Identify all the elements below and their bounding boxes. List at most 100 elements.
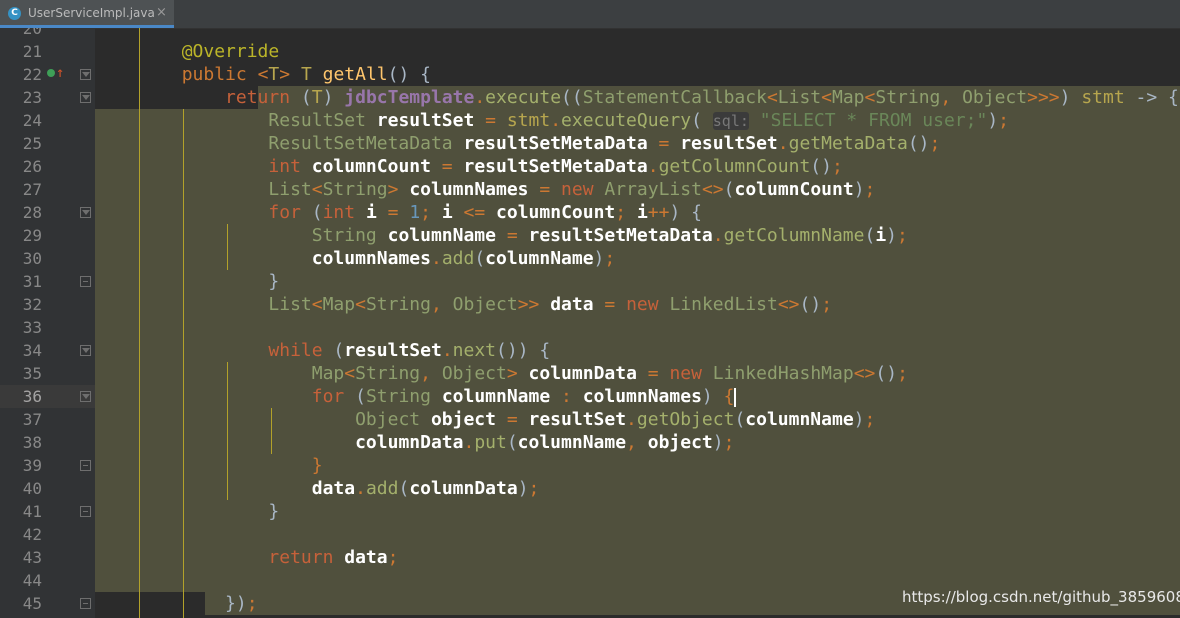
code-token: columnCount	[496, 202, 616, 223]
code-token: ResultSetMetaData	[268, 133, 464, 154]
code-line[interactable]: ResultSet resultSet = stmt.executeQuery(…	[95, 109, 1009, 132]
fold-open-icon[interactable]	[80, 207, 91, 218]
code-line[interactable]: @Override	[95, 40, 280, 63]
code-token: String	[355, 363, 421, 384]
gutter-line[interactable]: 34	[0, 339, 95, 362]
code-line[interactable]: columnNames.add(columnName);	[95, 247, 615, 270]
code-token: getColumnCount	[658, 156, 811, 177]
code-token: public	[181, 64, 258, 85]
code-line[interactable]: Object object = resultSet.getObject(colu…	[95, 408, 875, 431]
line-number: 35	[22, 364, 42, 383]
code-line[interactable]: List<Map<String, Object>> data = new Lin…	[95, 293, 832, 316]
code-line[interactable]: for (int i = 1; i <= columnCount; i++) {	[95, 201, 702, 224]
line-number: 27	[22, 180, 42, 199]
code-token: )	[886, 225, 897, 246]
code-token: ;	[246, 593, 258, 614]
gutter-line[interactable]: 28	[0, 201, 95, 224]
gutter-line[interactable]: 43	[0, 546, 95, 569]
fold-close-icon[interactable]	[80, 276, 91, 287]
code-line[interactable]: Map<String, Object> columnData = new Lin…	[95, 362, 908, 385]
code-token: ,	[420, 363, 442, 384]
gutter-line[interactable]: 23	[0, 86, 95, 109]
gutter-line[interactable]: 24	[0, 109, 95, 132]
code-line[interactable]: int columnCount = resultSetMetaData.getC…	[95, 155, 842, 178]
gutter-line[interactable]: 36	[0, 385, 95, 408]
gutter-line[interactable]: 40	[0, 477, 95, 500]
code-token: "SELECT * FROM user;"	[759, 110, 988, 131]
code-token: (	[734, 409, 746, 430]
code-token: ;	[929, 133, 941, 154]
code-line[interactable]: data.add(columnData);	[95, 477, 540, 500]
implements-arrow-icon[interactable]: ↑	[56, 63, 64, 84]
gutter-line[interactable]: 26	[0, 155, 95, 178]
code-line[interactable]: while (resultSet.next()) {	[95, 339, 550, 362]
code-line[interactable]: for (String columnName : columnNames) {	[95, 385, 737, 408]
code-token: ((	[561, 87, 583, 108]
gutter-line[interactable]: 44	[0, 569, 95, 592]
code-editor[interactable]: 20 21 22 ↑ 23 24 25 26 27 28 29 30 31 32 33 34 35 36 37 38 3…	[0, 28, 1180, 618]
gutter-line[interactable]: 32	[0, 293, 95, 316]
code-token: return	[268, 547, 345, 568]
code-line[interactable]: List<String> columnNames = new ArrayList…	[95, 178, 875, 201]
gutter-line[interactable]: 35	[0, 362, 95, 385]
code-token: executeQuery	[561, 110, 692, 131]
fold-close-icon[interactable]	[80, 506, 91, 517]
code-token: ResultSet	[268, 110, 377, 131]
fold-open-icon[interactable]	[80, 92, 91, 103]
code-line[interactable]: }	[95, 500, 279, 523]
code-token: ;	[821, 294, 833, 315]
code-token: (	[355, 386, 366, 407]
code-line[interactable]: String columnName = resultSetMetaData.ge…	[95, 224, 908, 247]
code-token: ++	[647, 202, 670, 223]
gutter-line[interactable]: 41	[0, 500, 95, 523]
code-token: ;	[528, 478, 540, 499]
line-number-gutter[interactable]: 20 21 22 ↑ 23 24 25 26 27 28 29 30 31 32 33 34 35 36 37 38 3…	[0, 28, 95, 618]
gutter-line[interactable]: 30	[0, 247, 95, 270]
code-line[interactable]: }	[95, 270, 279, 293]
close-icon[interactable]: ×	[156, 5, 167, 20]
code-token: ()	[810, 156, 832, 177]
gutter-line[interactable]: 20	[0, 28, 95, 40]
fold-open-icon[interactable]	[80, 391, 91, 402]
code-line[interactable]: ResultSetMetaData resultSetMetaData = re…	[95, 132, 940, 155]
gutter-line[interactable]: 27	[0, 178, 95, 201]
code-line[interactable]: return data;	[95, 546, 398, 569]
code-token: data	[344, 547, 388, 568]
gutter-line[interactable]: 22 ↑	[0, 63, 95, 86]
code-area[interactable]: @Override public <T> T getAll() { return…	[95, 28, 1180, 618]
code-token: =	[376, 202, 410, 223]
fold-close-icon[interactable]	[80, 460, 91, 471]
java-class-icon: C	[8, 7, 21, 20]
gutter-line[interactable]: 33	[0, 316, 95, 339]
code-line[interactable]: public <T> T getAll() {	[95, 63, 431, 86]
code-line[interactable]: columnData.put(columnName, object);	[95, 431, 734, 454]
fold-open-icon[interactable]	[80, 69, 91, 80]
gutter-line[interactable]: 42	[0, 523, 95, 546]
code-token: ,	[626, 432, 648, 453]
line-number: 44	[22, 571, 42, 590]
fold-open-icon[interactable]	[80, 345, 91, 356]
gutter-line[interactable]: 21	[0, 40, 95, 63]
code-line[interactable]: }	[95, 454, 323, 477]
code-token: Map	[311, 363, 345, 384]
fold-close-icon[interactable]	[80, 598, 91, 609]
code-line[interactable]: });	[95, 592, 258, 615]
code-token: })	[225, 593, 247, 614]
code-token: .	[550, 110, 562, 131]
code-token: (	[333, 340, 345, 361]
gutter-line[interactable]: 31	[0, 270, 95, 293]
gutter-line[interactable]: 37	[0, 408, 95, 431]
code-token: () {	[387, 64, 432, 85]
override-marker-icon[interactable]	[47, 69, 55, 77]
gutter-line[interactable]: 45	[0, 592, 95, 615]
gutter-line[interactable]: 38	[0, 431, 95, 454]
gutter-line[interactable]: 39	[0, 454, 95, 477]
code-token: i	[441, 202, 453, 223]
code-line[interactable]: return (T) jdbcTemplate.execute((Stateme…	[95, 86, 1179, 109]
code-token: ;	[420, 202, 442, 223]
gutter-line[interactable]: 25	[0, 132, 95, 155]
gutter-line[interactable]: 29	[0, 224, 95, 247]
tab-userserviceimpl[interactable]: C UserServiceImpl.java ×	[0, 0, 174, 28]
